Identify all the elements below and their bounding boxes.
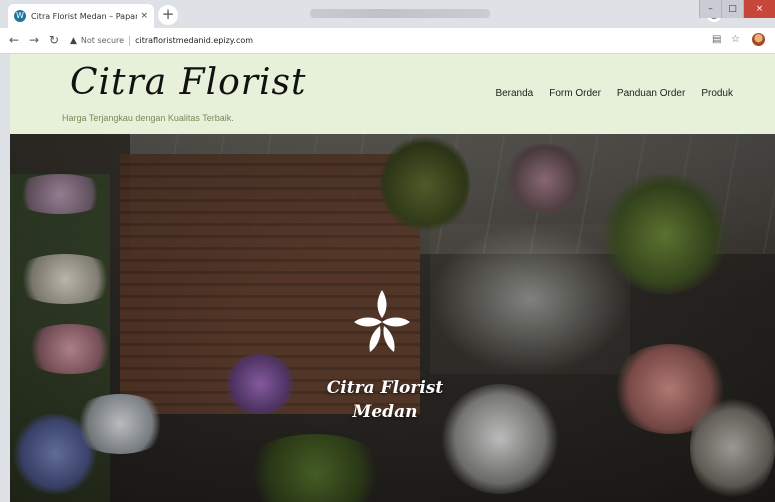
reload-icon[interactable]: ↻ (46, 32, 62, 48)
address-separator (129, 35, 131, 46)
url-text[interactable]: citrafloristmedanid.epizy.com (135, 36, 253, 45)
site-logo[interactable]: Citra Florist (70, 62, 306, 103)
browser-tabstrip: W Citra Florist Medan – Papan Bun × + – … (0, 0, 775, 28)
wordpress-icon: W (14, 10, 26, 22)
menu-item-form-order[interactable]: Form Order (549, 88, 601, 99)
maximize-button[interactable]: □ (721, 0, 743, 18)
window-close-button[interactable]: × (743, 0, 775, 18)
close-icon[interactable]: × (140, 11, 148, 21)
forward-arrow-icon[interactable]: → (26, 32, 42, 48)
site-header: Citra Florist Harga Terjangkau dengan Ku… (10, 54, 775, 134)
avatar[interactable] (752, 33, 765, 46)
window-controls: – □ × (699, 0, 775, 18)
security-label[interactable]: Not secure (81, 36, 124, 45)
back-arrow-icon[interactable]: ← (6, 32, 22, 48)
hero-title-line-1: Citra Florist (326, 378, 444, 398)
main-menu: Beranda Form Order Panduan Order Produk (495, 88, 733, 99)
menu-item-beranda[interactable]: Beranda (495, 88, 533, 99)
hero-title: Citra Florist Medan (310, 376, 460, 424)
flower-logo-icon (354, 290, 410, 352)
hero-title-line-2: Medan (352, 402, 418, 422)
tab-title: Citra Florist Medan – Papan Bun (31, 11, 137, 21)
minimize-button[interactable]: – (699, 0, 721, 18)
warning-icon[interactable]: ▲ (70, 36, 77, 46)
address-bar[interactable]: ▲ Not secure citrafloristmedanid.epizy.c… (70, 31, 690, 50)
hero-banner: Citra Florist Medan (10, 134, 775, 502)
translate-icon[interactable]: ▤ (712, 34, 721, 45)
blurred-area (310, 9, 490, 18)
menu-item-panduan-order[interactable]: Panduan Order (617, 88, 685, 99)
browser-tab[interactable]: W Citra Florist Medan – Papan Bun × (8, 4, 154, 28)
menu-item-produk[interactable]: Produk (701, 88, 733, 99)
new-tab-button[interactable]: + (158, 5, 178, 25)
bookmark-star-icon[interactable]: ☆ (731, 34, 740, 45)
browser-toolbar: ← → ↻ ▲ Not secure citrafloristmedanid.e… (0, 28, 775, 54)
site-tagline: Harga Terjangkau dengan Kualitas Terbaik… (62, 113, 234, 123)
